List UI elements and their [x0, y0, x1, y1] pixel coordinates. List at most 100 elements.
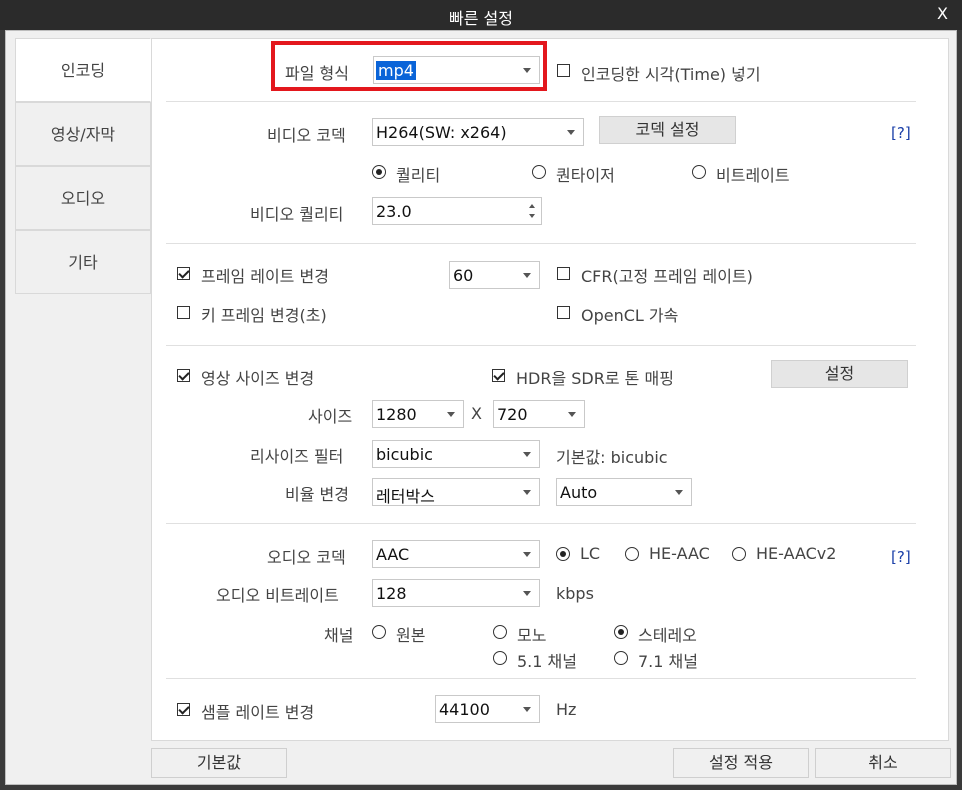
- channel-label: 채널: [324, 626, 354, 645]
- audio-bitrate-value: 128: [376, 584, 407, 603]
- ratio-value: 레터박스: [376, 487, 435, 506]
- channel-original-radio[interactable]: [372, 625, 386, 639]
- quantizer-radio[interactable]: [532, 165, 546, 179]
- resize-filter-default: 기본값: bicubic: [556, 448, 668, 467]
- profile-heaacv2-label: HE-AACv2: [756, 544, 837, 563]
- spin-up-icon[interactable]: [529, 204, 535, 208]
- video-help-link[interactable]: [?]: [891, 124, 911, 142]
- ratio-select[interactable]: 레터박스: [372, 478, 540, 506]
- chevron-down-icon: [675, 490, 683, 495]
- channel-51-label: 5.1 채널: [517, 652, 577, 671]
- spin-down-icon[interactable]: [529, 214, 535, 218]
- chevron-down-icon: [523, 452, 531, 457]
- channel-51-radio[interactable]: [493, 651, 507, 665]
- samplerate-checkbox[interactable]: [177, 703, 190, 716]
- samplerate-label: 샘플 레이트 변경: [201, 703, 315, 722]
- default-button[interactable]: 기본값: [151, 748, 287, 778]
- window-title: 빠른 설정: [449, 9, 513, 28]
- cfr-label: CFR(고정 프레임 레이트): [581, 267, 753, 286]
- resize-filter-select[interactable]: bicubic: [372, 440, 540, 468]
- resize-settings-button[interactable]: 설정: [771, 360, 908, 388]
- framerate-value: 60: [453, 266, 474, 285]
- width-value: 1280: [376, 405, 417, 424]
- hdr-to-sdr-checkbox[interactable]: [492, 369, 505, 382]
- resize-filter-label: 리사이즈 필터: [250, 447, 344, 466]
- channel-mono-label: 모노: [517, 626, 547, 645]
- channel-stereo-radio[interactable]: [614, 625, 628, 639]
- profile-heaac-radio[interactable]: [625, 547, 639, 561]
- hdr-to-sdr-label: HDR을 SDR로 톤 매핑: [516, 369, 674, 388]
- quality-radio-label: 퀄리티: [396, 166, 441, 185]
- resize-filter-value: bicubic: [376, 445, 433, 464]
- dialog-window: 인코딩 영상/자막 오디오 기타 파일 형식 mp4 인코딩한 시각(Time)…: [5, 30, 957, 785]
- keyframe-label: 키 프레임 변경(초): [201, 306, 327, 325]
- insert-time-checkbox[interactable]: [557, 64, 570, 77]
- height-select[interactable]: 720: [493, 400, 585, 428]
- opencl-checkbox[interactable]: [557, 306, 570, 319]
- video-codec-label: 비디오 코덱: [267, 126, 346, 145]
- profile-lc-radio[interactable]: [556, 547, 570, 561]
- ratio-auto-select[interactable]: Auto: [556, 478, 692, 506]
- divider: [166, 101, 916, 102]
- audio-codec-label: 오디오 코덱: [267, 548, 346, 567]
- audio-help-link[interactable]: [?]: [891, 548, 911, 566]
- highlight-box: [271, 41, 547, 91]
- framerate-change-checkbox[interactable]: [177, 267, 190, 280]
- sidebar-item-video-subtitle[interactable]: 영상/자막: [15, 102, 151, 166]
- cancel-button[interactable]: 취소: [815, 748, 951, 778]
- video-quality-value: 23.0: [376, 202, 412, 221]
- video-codec-select[interactable]: H264(SW: x264): [372, 118, 584, 146]
- ratio-auto-value: Auto: [560, 483, 598, 502]
- quantizer-radio-label: 퀀타이저: [556, 166, 615, 185]
- keyframe-checkbox[interactable]: [177, 306, 190, 319]
- channel-71-label: 7.1 채널: [638, 652, 698, 671]
- channel-mono-radio[interactable]: [493, 625, 507, 639]
- chevron-down-icon: [523, 490, 531, 495]
- framerate-change-label: 프레임 레이트 변경: [201, 267, 329, 286]
- sidebar-item-encoding[interactable]: 인코딩: [15, 38, 151, 102]
- insert-time-label: 인코딩한 시각(Time) 넣기: [581, 65, 761, 84]
- chevron-down-icon: [523, 273, 531, 278]
- sidebar-item-audio[interactable]: 오디오: [15, 166, 151, 230]
- profile-heaac-label: HE-AAC: [649, 544, 710, 563]
- width-select[interactable]: 1280: [372, 400, 464, 428]
- chevron-down-icon: [523, 552, 531, 557]
- codec-settings-button[interactable]: 코덱 설정: [599, 116, 736, 144]
- video-quality-spinner[interactable]: 23.0: [372, 197, 542, 225]
- divider: [166, 243, 916, 244]
- samplerate-unit: Hz: [556, 700, 577, 719]
- ratio-label: 비율 변경: [285, 485, 349, 504]
- video-quality-label: 비디오 퀄리티: [250, 205, 344, 224]
- audio-bitrate-select[interactable]: 128: [372, 579, 540, 607]
- quality-radio[interactable]: [372, 165, 386, 179]
- audio-codec-select[interactable]: AAC: [372, 540, 540, 568]
- channel-original-label: 원본: [396, 626, 426, 645]
- settings-panel: 파일 형식 mp4 인코딩한 시각(Time) 넣기 비디오 코덱 H264(S…: [151, 38, 949, 741]
- samplerate-select[interactable]: 44100: [435, 695, 540, 723]
- audio-bitrate-unit: kbps: [556, 584, 594, 603]
- audio-bitrate-label: 오디오 비트레이트: [216, 586, 339, 605]
- profile-lc-label: LC: [580, 544, 601, 563]
- bitrate-radio[interactable]: [692, 165, 706, 179]
- chevron-down-icon: [568, 412, 576, 417]
- height-value: 720: [497, 405, 528, 424]
- bitrate-radio-label: 비트레이트: [716, 166, 790, 185]
- size-x-label: X: [471, 404, 482, 423]
- chevron-down-icon: [447, 412, 455, 417]
- close-button[interactable]: X: [937, 4, 948, 23]
- cfr-checkbox[interactable]: [557, 267, 570, 280]
- divider: [166, 678, 916, 679]
- channel-stereo-label: 스테레오: [638, 626, 697, 645]
- resize-checkbox[interactable]: [177, 369, 190, 382]
- resize-label: 영상 사이즈 변경: [201, 369, 315, 388]
- size-label: 사이즈: [308, 407, 353, 426]
- audio-codec-value: AAC: [376, 545, 410, 564]
- sidebar-item-etc[interactable]: 기타: [15, 230, 151, 294]
- divider: [166, 523, 916, 524]
- framerate-select[interactable]: 60: [449, 261, 540, 289]
- profile-heaacv2-radio[interactable]: [732, 547, 746, 561]
- channel-71-radio[interactable]: [614, 651, 628, 665]
- samplerate-value: 44100: [439, 700, 490, 719]
- video-codec-value: H264(SW: x264): [376, 123, 507, 142]
- apply-button[interactable]: 설정 적용: [673, 748, 809, 778]
